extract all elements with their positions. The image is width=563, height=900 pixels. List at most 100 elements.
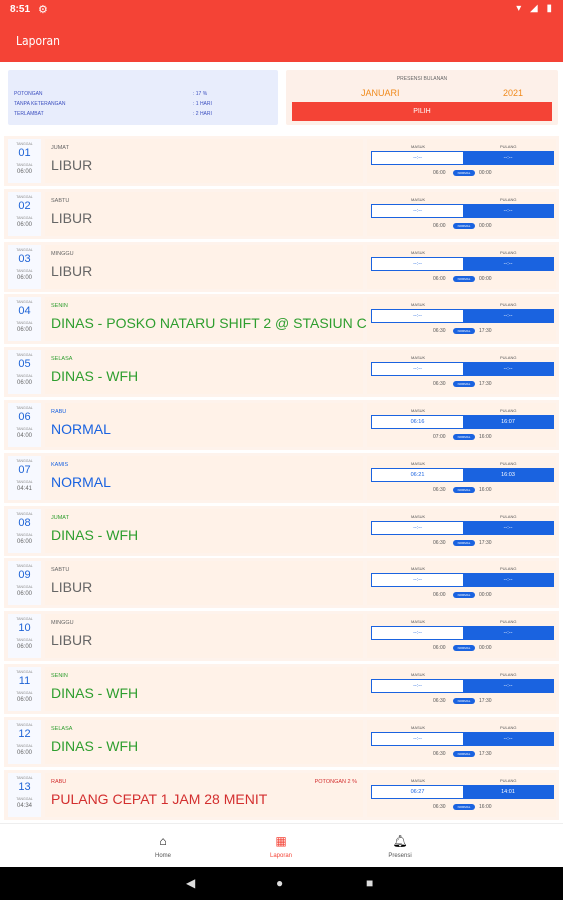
attendance-card[interactable]: TANGGAL 07 TANGGAL 04:41 KAMIS NORMAL MASUK PUL…	[4, 452, 559, 503]
schedule-end: 17:30	[479, 750, 492, 757]
potongan-label: POTONGAN 2 %	[314, 778, 357, 785]
schedule-row: 06:30 NORMAL 17:30	[367, 328, 556, 336]
month-selector[interactable]: JANUARI	[361, 88, 400, 98]
attendance-panel: MASUK PULANG 06:21 16:03 06:30 NORMAL 16:00	[367, 455, 556, 500]
masuk-time: 06:21	[410, 471, 425, 478]
date-box: TANGGAL 02 TANGGAL 06:00	[8, 191, 41, 236]
attendance-panel: MASUK PULANG --:-- --:-- 06:30 NORMAL 17:30	[367, 508, 556, 553]
back-icon[interactable]: ◀	[186, 876, 195, 890]
attendance-card[interactable]: TANGGAL 10 TANGGAL 06:00 MINGGU LIBUR MASUK PUL…	[4, 611, 559, 662]
masuk-time: --:--	[413, 683, 422, 689]
date-caption: TANGGAL	[16, 670, 33, 674]
masuk-label: MASUK	[411, 408, 426, 413]
attendance-card[interactable]: TANGGAL 11 TANGGAL 06:00 SENIN DINAS - WFH MAS…	[4, 664, 559, 714]
nav-item-home[interactable]: ⌂ Home	[103, 824, 223, 868]
date-box: TANGGAL 05 TANGGAL 06:00	[8, 350, 41, 395]
date-caption: TANGGAL	[16, 194, 33, 199]
date-number: 03	[18, 252, 31, 265]
status-panel: SABTU LIBUR	[45, 191, 363, 236]
attendance-card[interactable]: TANGGAL 05 TANGGAL 06:00 SELASA DINAS - WFH MA…	[4, 347, 559, 398]
attendance-panel: MASUK PULANG --:-- --:-- 06:30 NORMAL 17:30	[367, 667, 556, 711]
date-box: TANGGAL 07 TANGGAL 04:41	[8, 455, 41, 500]
attendance-card[interactable]: TANGGAL 08 TANGGAL 06:00 JUMAT DINAS - WFH MAS…	[4, 505, 559, 556]
schedule-row: 06:30 NORMAL 17:30	[367, 539, 556, 548]
date-caption-2: TANGGAL	[16, 585, 33, 590]
recents-icon[interactable]: ■	[366, 876, 373, 890]
nav-item-laporan[interactable]: ▦ Laporan	[221, 824, 341, 868]
date-caption: TANGGAL	[16, 511, 33, 516]
date-box: TANGGAL 01 TANGGAL 06:00	[8, 139, 41, 183]
date-number: 05	[18, 358, 31, 371]
pulang-time: 16:07	[463, 416, 553, 428]
schedule-end: 00:00	[479, 275, 492, 282]
system-navigation-bar: ◀ ● ■	[0, 867, 563, 900]
masuk-time: 06:16	[410, 419, 425, 425]
pulang-label: PULANG	[500, 619, 517, 625]
attendance-card[interactable]: TANGGAL 03 TANGGAL 06:00 MINGGU LIBUR MASUK PUL…	[4, 241, 559, 292]
status-badge: NORMAL	[453, 222, 475, 229]
status-text: LIBUR	[51, 262, 93, 279]
masuk-label: MASUK	[411, 619, 426, 625]
day-name: SENIN	[51, 673, 68, 679]
date-box: TANGGAL 11 TANGGAL 06:00	[8, 667, 41, 711]
attendance-card[interactable]: TANGGAL 06 TANGGAL 04:00 RABU NORMAL MASUK PULA…	[4, 400, 559, 450]
date-caption-2: TANGGAL	[16, 163, 33, 167]
attendance-card[interactable]: TANGGAL 13 TANGGAL 04:34 RABU POTONGAN 2 % PUL…	[4, 769, 559, 820]
schedule-start: 06:00	[433, 645, 446, 652]
year-selector[interactable]: 2021	[503, 88, 523, 98]
masuk-time: 06:27	[410, 788, 425, 795]
schedule-end: 00:00	[479, 645, 492, 652]
summary-label-terlambat: TERLAMBAT	[14, 111, 44, 117]
date-box: TANGGAL 08 TANGGAL 06:00	[8, 508, 41, 553]
status-badge: NORMAL	[453, 486, 475, 493]
bell-icon: 🔔︎	[392, 834, 408, 848]
date-caption-2: TANGGAL	[16, 532, 33, 537]
day-name: RABU	[51, 778, 67, 785]
schedule-end: 00:00	[479, 170, 492, 176]
masuk-label: MASUK	[411, 777, 426, 783]
attendance-panel: MASUK PULANG 06:27 14:01 06:30 NORMAL 16:00	[367, 772, 556, 817]
summary-value-potongan: : 17 %	[193, 91, 208, 97]
attendance-list[interactable]: TANGGAL 01 TANGGAL 06:00 JUMAT LIBUR MASUK PULA…	[0, 133, 563, 823]
schedule-start: 06:30	[433, 698, 446, 704]
date-box: TANGGAL 12 TANGGAL 06:00	[8, 719, 41, 764]
home-circle-icon[interactable]: ●	[276, 876, 283, 890]
attendance-card[interactable]: TANGGAL 02 TANGGAL 06:00 SABTU LIBUR MASUK PULA…	[4, 188, 559, 239]
pulang-time: --:--	[463, 257, 553, 270]
pulang-time: --:--	[463, 204, 553, 217]
day-name: MINGGU	[51, 250, 74, 257]
status-panel: SABTU LIBUR	[45, 561, 363, 606]
attendance-card[interactable]: TANGGAL 09 TANGGAL 06:00 SABTU LIBUR MASUK PULA…	[4, 558, 559, 609]
date-caption: TANGGAL	[16, 564, 33, 569]
date-caption-2: TANGGAL	[16, 638, 33, 643]
day-name: SABTU	[51, 197, 70, 204]
nav-item-presensi[interactable]: 🔔︎ Presensi	[340, 824, 460, 868]
status-badge: NORMAL	[453, 434, 475, 440]
date-time: 06:00	[16, 591, 32, 598]
attendance-card[interactable]: TANGGAL 01 TANGGAL 06:00 JUMAT LIBUR MASUK PULA…	[4, 136, 559, 186]
date-caption-2: TANGGAL	[16, 796, 33, 801]
pulang-label: PULANG	[500, 777, 517, 783]
pilih-button[interactable]: PILIH	[292, 102, 552, 121]
pulang-time: 14:01	[463, 785, 553, 798]
app-bar: Laporan	[0, 20, 563, 62]
day-name: JUMAT	[51, 514, 69, 521]
schedule-start: 06:30	[433, 381, 446, 388]
time-bar: 06:21 16:03	[371, 467, 554, 482]
date-time: 06:00	[16, 538, 32, 545]
time-bar: --:-- --:--	[371, 362, 554, 377]
attendance-card[interactable]: TANGGAL 12 TANGGAL 06:00 SELASA DINAS - WFH MA…	[4, 716, 559, 767]
day-name: SABTU	[51, 567, 70, 574]
masuk-time: --:--	[413, 207, 422, 214]
pulang-label: PULANG	[500, 724, 517, 730]
pulang-time: --:--	[463, 363, 553, 376]
status-badge: NORMAL	[453, 645, 475, 652]
nav-label-laporan: Laporan	[269, 853, 293, 859]
attendance-card[interactable]: TANGGAL 04 TANGGAL 06:00 SENIN DINAS - POSKO …	[4, 294, 559, 345]
date-caption-2: TANGGAL	[16, 374, 33, 379]
schedule-row: 06:00 NORMAL 00:00	[367, 275, 556, 284]
status-panel: JUMAT LIBUR	[45, 139, 363, 183]
pulang-time: --:--	[463, 574, 553, 587]
status-panel: RABU POTONGAN 2 % PULANG CEPAT 1 JAM 28 ME…	[45, 772, 363, 817]
status-badge: NORMAL	[453, 170, 475, 176]
